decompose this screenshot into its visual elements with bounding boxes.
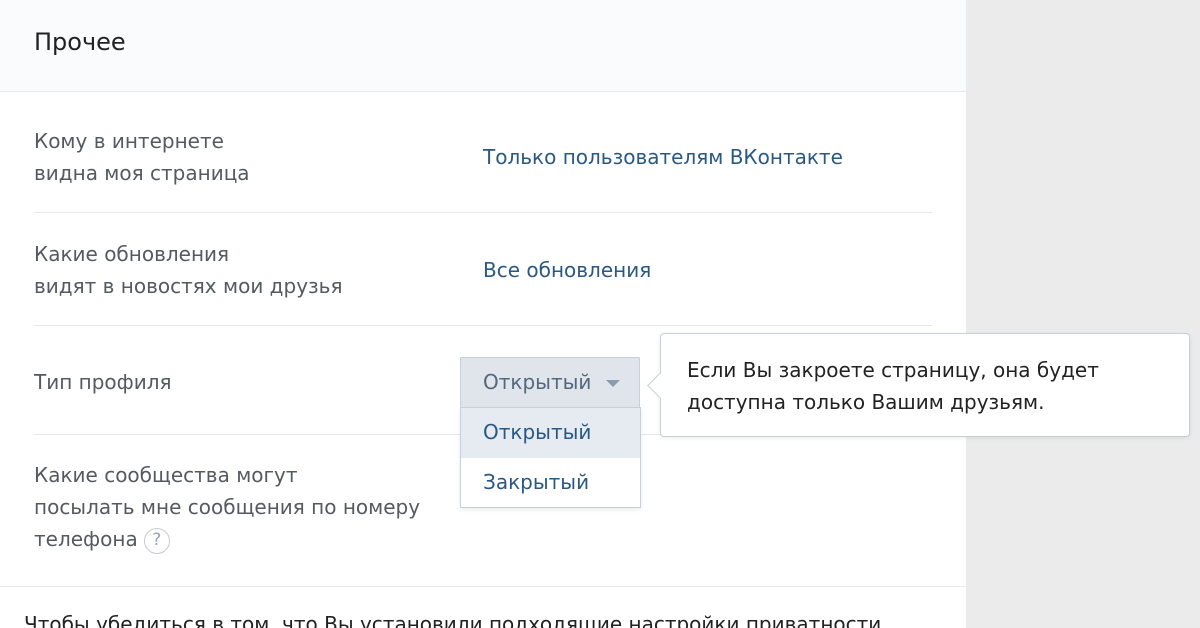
visibility-label-line2: видна моя страница (34, 161, 250, 185)
footer-privacy-hint: Чтобы убедиться в том, что Вы установили… (24, 612, 882, 628)
row-divider (34, 212, 932, 213)
profile-type-selected-value: Открытый (483, 370, 592, 394)
tooltip-text-line1: Если Вы закроете страницу, она будет (687, 358, 1099, 382)
settings-panel: Прочее Кому в интернете видна моя страни… (0, 0, 966, 628)
profile-type-select[interactable]: Открытый (460, 357, 640, 407)
profile-type-dropdown: Открытый Закрытый (460, 407, 641, 508)
news-updates-label-line2: видят в новостях мои друзья (34, 274, 343, 298)
section-header: Прочее (0, 0, 966, 92)
community-messages-label-line2: посылать мне сообщения по номеру (34, 495, 421, 519)
dropdown-option-closed[interactable]: Закрытый (461, 458, 640, 508)
row-divider (34, 325, 932, 326)
question-icon[interactable]: ? (143, 527, 170, 554)
community-messages-label-line1: Какие сообщества могут (34, 463, 298, 487)
community-messages-label-line3: телефона? (34, 523, 420, 555)
tooltip-text-line2: доступна только Вашим друзьям. (687, 390, 1045, 414)
news-updates-value-link[interactable]: Все обновления (483, 258, 651, 282)
community-messages-label-text: телефона (34, 527, 138, 551)
profile-type-tooltip: Если Вы закроете страницу, она будет дос… (647, 333, 1190, 437)
caret-down-icon (606, 380, 620, 387)
community-messages-label: Какие сообщества могут посылать мне сооб… (34, 459, 420, 555)
dropdown-option-label: Открытый (483, 420, 592, 444)
dropdown-option-label: Закрытый (483, 470, 590, 494)
profile-type-label: Тип профиля (34, 370, 172, 394)
news-updates-label-line1: Какие обновления (34, 242, 230, 266)
tooltip-text: Если Вы закроете страницу, она будет дос… (687, 354, 1167, 418)
section-bottom-divider (0, 586, 966, 587)
section-title: Прочее (34, 28, 126, 56)
visibility-value-link[interactable]: Только пользователям ВКонтакте (483, 145, 843, 169)
visibility-label: Кому в интернете видна моя страница (34, 125, 250, 189)
visibility-label-line1: Кому в интернете (34, 129, 224, 153)
news-updates-label: Какие обновления видят в новостях мои др… (34, 238, 343, 302)
dropdown-option-open[interactable]: Открытый (461, 408, 640, 458)
